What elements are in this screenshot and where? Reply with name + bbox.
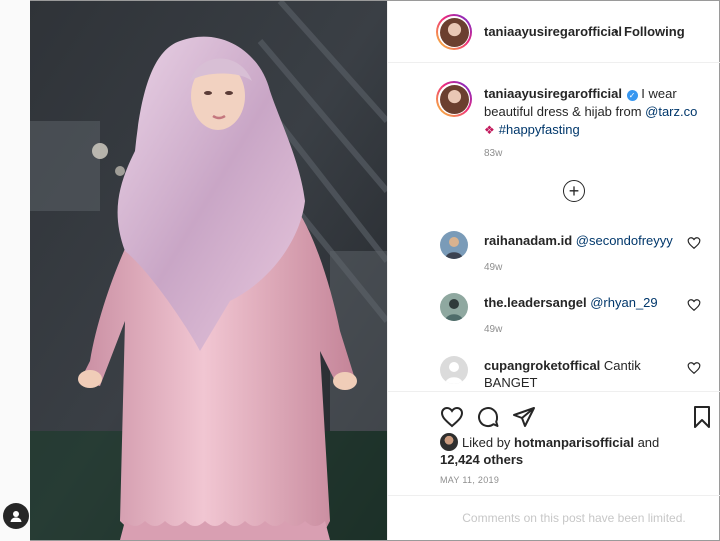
comment-heart-icon[interactable] [687,236,701,250]
plus-circle-icon: + [568,181,580,201]
comment-avatar-image [440,231,468,259]
comment-avatar[interactable] [440,293,468,321]
comment-avatar-image [440,293,468,321]
post-side-panel: taniaayusiregarofficial • Following tani… [387,1,720,540]
comment-timestamp[interactable]: 49w [484,324,502,335]
author-avatar[interactable] [436,14,472,50]
post-caption: taniaayusiregarofficial ✓ I wear beautif… [484,85,706,139]
ornament-icon: ❖ [484,123,495,137]
profile-avatar-button[interactable] [3,503,29,529]
author-avatar-image [439,17,469,47]
comment-heart-icon[interactable] [687,361,701,375]
likes-summary: Liked by hotmanparisofficial and 12,424 … [440,433,700,468]
likes-suffix: and [633,435,660,450]
load-more-comments-button[interactable]: + [563,180,585,202]
comments-limited-notice: Comments on this post have been limited. [388,495,720,540]
caption-mention-link[interactable]: @tarz.co [645,104,697,119]
post-header: taniaayusiregarofficial • Following [388,1,720,63]
comment-heart-icon[interactable] [687,298,701,312]
caption-author-avatar[interactable] [436,81,472,117]
comment-avatar[interactable] [440,356,468,384]
default-avatar-icon [440,356,468,384]
comment-mention-link[interactable]: @secondofreyyy [576,233,673,248]
comment-text: the.leadersangel @rhyan_29 [484,294,684,311]
heart-icon[interactable] [440,405,464,429]
left-gutter [0,0,30,541]
comment-text: raihanadam.id @secondofreyyy [484,232,684,249]
liker-username-link[interactable]: hotmanparisofficial [514,435,634,450]
liker-avatar[interactable] [440,433,458,451]
caption-author-avatar-image [439,84,469,114]
verified-badge-icon: ✓ [626,90,638,101]
header-separator: • [614,24,619,39]
share-icon[interactable] [512,405,536,429]
bookmark-icon[interactable] [690,405,714,429]
post-image [30,1,387,540]
comment-icon[interactable] [476,405,500,429]
author-username-link[interactable]: taniaayusiregarofficial [484,24,622,39]
comment-mention-link[interactable]: @rhyan_29 [590,295,657,310]
comment-text: cupangroketoffical Cantik BANGET [484,357,684,391]
comment-username-link[interactable]: the.leadersangel [484,295,587,310]
comment-avatar[interactable] [440,231,468,259]
likes-count-link[interactable]: 12,424 others [440,452,523,467]
post-date[interactable]: MAY 11, 2019 [440,475,499,485]
comment-username-link[interactable]: cupangroketoffical [484,358,600,373]
post-photo[interactable] [30,1,387,540]
caption-timestamp[interactable]: 83w [484,148,502,159]
likes-prefix: Liked by [462,435,515,450]
user-icon [10,511,22,522]
following-button[interactable]: Following [624,24,685,39]
caption-username-link[interactable]: taniaayusiregarofficial [484,86,622,101]
caption-hashtag-link[interactable]: #happyfasting [499,122,580,137]
comment-username-link[interactable]: raihanadam.id [484,233,572,248]
comment-timestamp[interactable]: 49w [484,262,502,273]
